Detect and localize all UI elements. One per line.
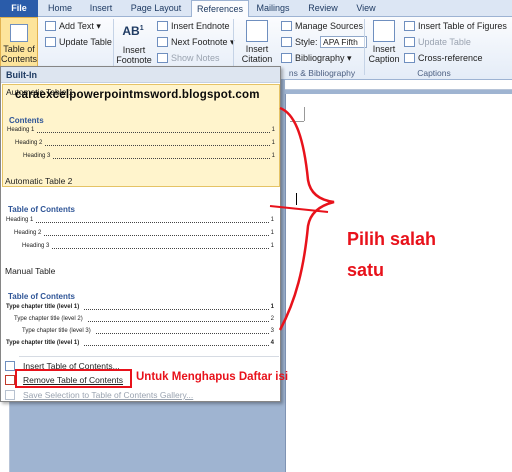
group-label-citations: ns & Bibliography — [288, 68, 356, 78]
cross-reference-icon — [404, 53, 415, 63]
update-table-icon — [45, 37, 56, 47]
table-of-contents-gallery: Built-In Automatic Table 1 Contents Head… — [0, 66, 281, 402]
bibliography-button[interactable]: Bibliography ▾ — [281, 52, 352, 64]
tab-references[interactable]: References — [191, 0, 249, 18]
insert-table-of-figures-button[interactable]: Insert Table of Figures — [404, 20, 507, 32]
insert-footnote-icon: AB1 — [122, 24, 144, 38]
gallery-item-automatic-table-2[interactable]: Automatic Table 2 Table of Contents Head… — [2, 171, 280, 256]
show-notes-button[interactable]: Show Notes — [157, 52, 220, 64]
gallery-item-title: Manual Table — [5, 266, 56, 276]
tab-home[interactable]: Home — [40, 0, 80, 17]
toc-preview-heading: Contents — [9, 116, 44, 125]
update-table-captions-button[interactable]: Update Table — [404, 36, 471, 48]
style-dropdown[interactable]: APA Fifth — [320, 36, 368, 48]
style-selector[interactable]: Style: APA Fifth — [281, 36, 368, 48]
manage-sources-icon — [281, 21, 292, 31]
save-selection-to-gallery-item[interactable]: Save Selection to Table of Contents Gall… — [1, 387, 280, 403]
insert-caption-icon — [373, 20, 395, 42]
tab-file[interactable]: File — [0, 0, 38, 17]
show-notes-icon — [157, 53, 168, 63]
remove-toc-highlight — [15, 369, 132, 388]
toc-preview-heading: Table of Contents — [8, 205, 75, 214]
insert-caption-button[interactable]: Insert Caption — [367, 20, 401, 64]
toc-preview-heading: Table of Contents — [8, 292, 75, 301]
update-table-icon — [404, 37, 415, 47]
menu-separator — [19, 356, 279, 357]
update-table-button[interactable]: Update Table — [45, 36, 112, 48]
style-icon — [281, 37, 292, 47]
tab-mailings[interactable]: Mailings — [251, 0, 295, 17]
tab-review[interactable]: Review — [303, 0, 343, 17]
insert-endnote-button[interactable]: Insert Endnote — [157, 20, 230, 32]
arrow-line-annotation — [269, 205, 329, 213]
ribbon-separator — [364, 19, 365, 75]
next-footnote-icon — [157, 37, 168, 47]
add-text-icon — [45, 21, 56, 31]
tab-insert[interactable]: Insert — [81, 0, 121, 17]
table-of-contents-label: Table of Contents — [1, 44, 38, 64]
manage-sources-button[interactable]: Manage Sources — [281, 20, 363, 32]
remove-toc-icon — [5, 375, 15, 385]
next-footnote-button[interactable]: Next Footnote ▾ — [157, 36, 235, 48]
tab-view[interactable]: View — [349, 0, 383, 17]
add-text-button[interactable]: Add Text ▾ — [45, 20, 101, 32]
insert-footnote-button[interactable]: Insert Footnote — [115, 45, 155, 65]
gallery-item-title: Automatic Table 2 — [5, 176, 73, 186]
insert-endnote-icon — [157, 21, 168, 31]
insert-table-of-figures-icon — [404, 21, 415, 31]
choose-one-annotation: Pilih salah satu — [347, 229, 437, 280]
horizontal-ruler[interactable] — [285, 80, 512, 90]
insert-citation-icon — [246, 20, 268, 42]
insert-toc-icon — [5, 361, 15, 371]
tab-page-layout[interactable]: Page Layout — [124, 0, 188, 17]
insert-citation-button[interactable]: Insert Citation — [236, 20, 278, 64]
remove-toc-annotation: Untuk Menghapus Daftar isi — [136, 371, 289, 383]
bibliography-icon — [281, 53, 292, 63]
gallery-item-manual-table[interactable]: Manual Table Table of Contents Type chap… — [2, 263, 280, 353]
cross-reference-button[interactable]: Cross-reference — [404, 52, 483, 64]
save-selection-icon — [5, 390, 15, 400]
gallery-header: Built-In — [1, 67, 280, 83]
blog-watermark: caraexcelpowerpointmsword.blogspot.com — [15, 89, 260, 101]
table-of-contents-icon — [10, 24, 28, 42]
curly-brace-annotation — [278, 106, 335, 331]
ribbon-tab-bar: File Home Insert Page Layout References … — [0, 0, 512, 18]
table-of-contents-button[interactable]: Table of Contents — [0, 17, 38, 67]
group-label-captions: Captions — [417, 68, 451, 78]
